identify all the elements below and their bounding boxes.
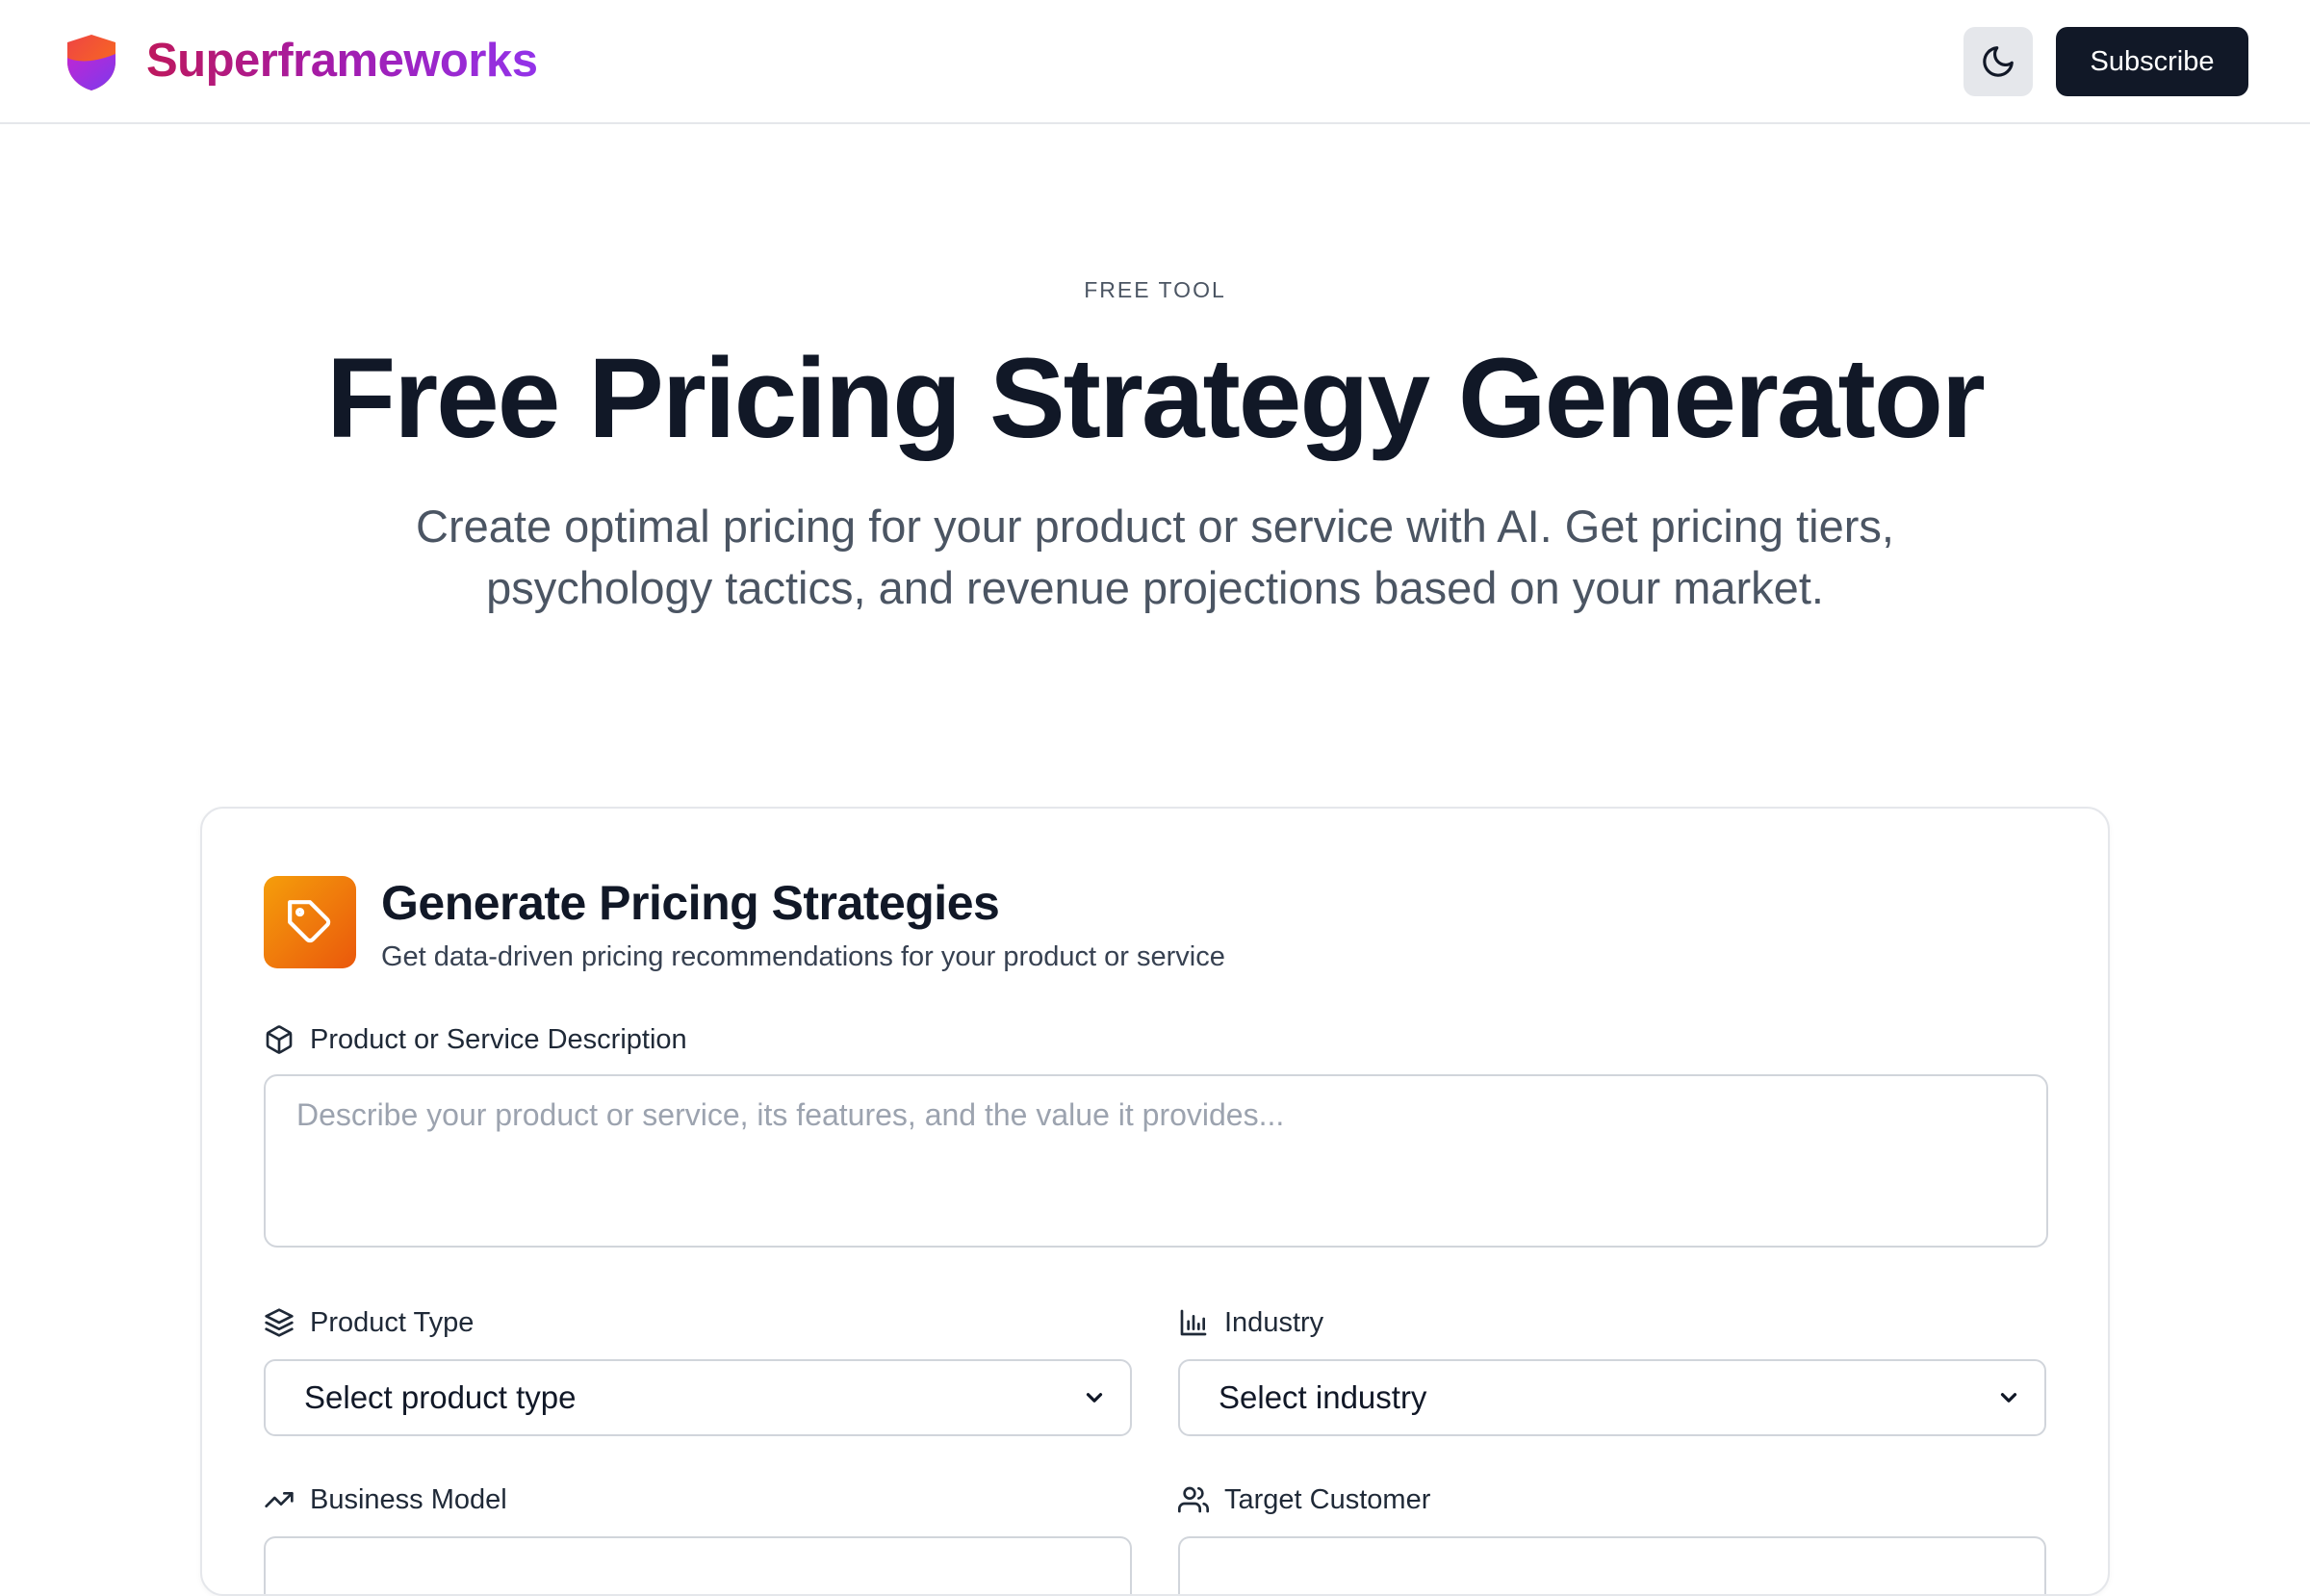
description-textarea[interactable] [264, 1074, 2048, 1248]
trending-up-icon [265, 1492, 294, 1507]
chevron-down-icon [1086, 1393, 1103, 1403]
description-label: Product or Service Description [264, 1020, 687, 1059]
package-icon [266, 1025, 293, 1054]
card-icon-badge [264, 876, 356, 968]
product-type-selected: Select product type [304, 1379, 577, 1415]
shield-logo-icon[interactable] [64, 33, 119, 92]
page-title: Free Pricing Strategy Generator [326, 335, 1986, 462]
product-type-label: Product Type [264, 1303, 474, 1342]
business-model-select[interactable] [264, 1536, 1132, 1594]
brand-name[interactable]: Superframeworks [146, 29, 538, 92]
chevron-down-icon [2000, 1393, 2017, 1403]
business-model-label-text: Business Model [310, 1484, 507, 1515]
tag-icon [288, 900, 331, 943]
product-type-select[interactable]: Select product type [264, 1359, 1132, 1436]
layers-icon [265, 1308, 294, 1337]
card-title: Generate Pricing Strategies [381, 876, 1000, 930]
pricing-form-card: Generate Pricing Strategies Get data-dri… [200, 807, 2110, 1596]
target-customer-select[interactable] [1178, 1536, 2046, 1594]
product-type-label-text: Product Type [310, 1307, 475, 1338]
description-label-text: Product or Service Description [310, 1024, 687, 1055]
moon-icon [1983, 46, 2014, 77]
industry-label: Industry [1178, 1303, 1323, 1342]
theme-toggle-button[interactable] [1964, 27, 2033, 96]
business-model-label: Business Model [264, 1480, 507, 1519]
target-customer-label-text: Target Customer [1224, 1484, 1431, 1515]
eyebrow-label: FREE TOOL [1084, 277, 1226, 302]
card-subtitle: Get data-driven pricing recommendations … [381, 941, 1225, 972]
industry-selected: Select industry [1219, 1379, 1427, 1415]
bar-chart-icon [1180, 1309, 1207, 1336]
target-customer-label: Target Customer [1178, 1480, 1430, 1519]
site-header: Superframeworks Subscribe [0, 0, 2310, 124]
industry-label-text: Industry [1224, 1307, 1324, 1338]
page-subtitle: Create optimal pricing for your product … [416, 501, 1894, 613]
subscribe-button[interactable]: Subscribe [2056, 27, 2248, 96]
users-icon [1178, 1486, 1209, 1513]
industry-select[interactable]: Select industry [1178, 1359, 2046, 1436]
